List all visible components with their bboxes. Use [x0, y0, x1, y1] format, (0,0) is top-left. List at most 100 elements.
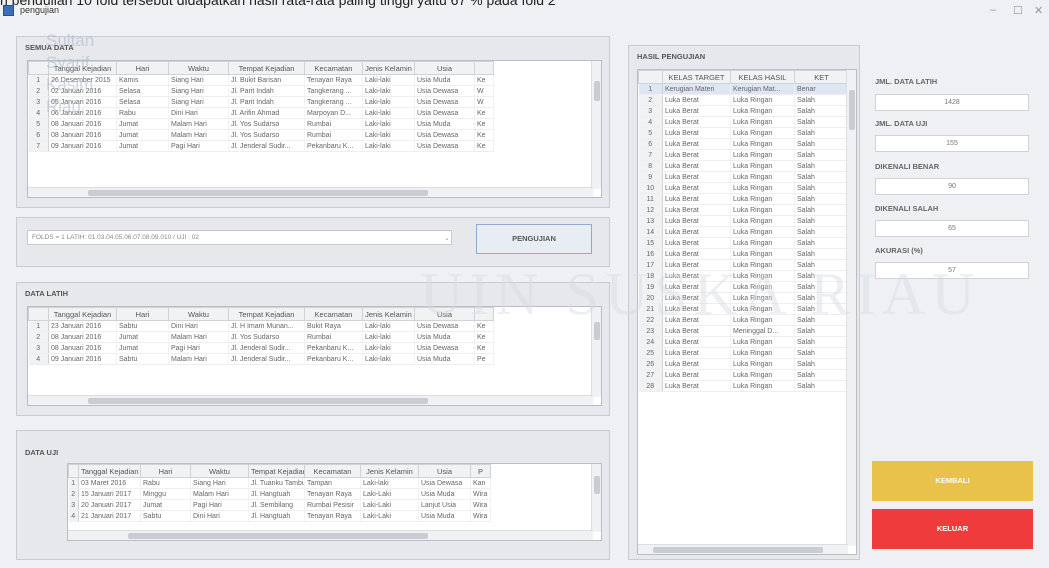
- table-row[interactable]: 3 20 Januari 2017 Jumat Pagi Hari Jl. Sembil…: [68, 499, 491, 511]
- pengujian-button[interactable]: PENGUJIAN: [476, 224, 592, 254]
- hasil-vertical-scrollbar[interactable]: [846, 70, 856, 546]
- table-row[interactable]: 28 Luka Berat Luka Ringan Salah: [638, 380, 849, 392]
- semua-data-table[interactable]: Tanggal Kejadian Hari Waktu Tempat Kejadian…: [27, 60, 602, 198]
- table-cell[interactable]: 28: [638, 380, 663, 392]
- table-cell[interactable]: Luka Ringan: [730, 204, 795, 216]
- table-cell[interactable]: Luka Ringan: [730, 105, 795, 117]
- column-header[interactable]: Tempat Kejadian: [228, 307, 305, 321]
- table-cell[interactable]: 20 Januari 2017: [78, 499, 141, 511]
- table-cell[interactable]: 3: [28, 96, 49, 108]
- table-cell[interactable]: Wira: [470, 499, 491, 511]
- table-cell[interactable]: Luka Ringan: [730, 259, 795, 271]
- column-header[interactable]: Tempat Kejadian: [228, 61, 305, 75]
- table-cell[interactable]: Salah: [794, 237, 849, 249]
- table-cell[interactable]: Selasa: [116, 85, 169, 97]
- table-cell[interactable]: Luka Berat: [662, 182, 731, 194]
- table-row[interactable]: 19 Luka Berat Luka Ringan Salah: [638, 281, 849, 293]
- table-cell[interactable]: Usia Dewasa: [414, 342, 475, 354]
- table-row[interactable]: 27 Luka Berat Luka Ringan Salah: [638, 369, 849, 381]
- table-cell[interactable]: Luka Ringan: [730, 215, 795, 227]
- table-cell[interactable]: 09 Januari 2016: [48, 140, 117, 152]
- table-cell[interactable]: Jl. Hangtuah: [248, 488, 305, 500]
- table-cell[interactable]: Luka Ringan: [730, 347, 795, 359]
- table-cell[interactable]: Laki-laki: [362, 107, 415, 119]
- table-cell[interactable]: 09 Januari 2016: [48, 353, 117, 365]
- table-cell[interactable]: Tenayan Raya: [304, 74, 363, 86]
- jml-data-uji-field[interactable]: 155: [875, 135, 1029, 152]
- table-cell[interactable]: Luka Ringan: [730, 138, 795, 150]
- table-cell[interactable]: Salah: [794, 182, 849, 194]
- table-cell[interactable]: Pekanbaru K...: [304, 140, 363, 152]
- table-cell[interactable]: Wira: [470, 488, 491, 500]
- table-cell[interactable]: Luka Ringan: [730, 314, 795, 326]
- table-cell[interactable]: Salah: [794, 358, 849, 370]
- table-cell[interactable]: 4: [28, 353, 49, 365]
- table-cell[interactable]: Salah: [794, 160, 849, 172]
- table-cell[interactable]: Laki-laki: [362, 129, 415, 141]
- table-cell[interactable]: Jl. Bukit Barisan: [228, 74, 305, 86]
- table-cell[interactable]: Salah: [794, 369, 849, 381]
- table-cell[interactable]: Salah: [794, 149, 849, 161]
- table-cell[interactable]: Luka Ringan: [730, 237, 795, 249]
- table-cell[interactable]: Jl. Jenderal Sudir...: [228, 140, 305, 152]
- table-cell[interactable]: 23: [638, 325, 663, 337]
- table-cell[interactable]: Siang Hari: [168, 74, 229, 86]
- table-cell[interactable]: 9: [638, 171, 663, 183]
- table-cell[interactable]: Laki-Laki: [360, 510, 419, 522]
- column-header[interactable]: Usia: [418, 464, 471, 478]
- table-cell[interactable]: Jl. Parit Indah: [228, 85, 305, 97]
- table-cell[interactable]: 3: [68, 499, 79, 511]
- table-cell[interactable]: 11: [638, 193, 663, 205]
- table-row[interactable]: 22 Luka Berat Luka Ringan Salah: [638, 314, 849, 326]
- column-header[interactable]: Waktu: [190, 464, 249, 478]
- table-cell[interactable]: Luka Ringan: [730, 149, 795, 161]
- table-cell[interactable]: 1: [28, 320, 49, 332]
- table-cell[interactable]: 4: [638, 116, 663, 128]
- table-cell[interactable]: Minggu: [140, 488, 191, 500]
- table-cell[interactable]: Salah: [794, 105, 849, 117]
- table-cell[interactable]: Selasa: [116, 96, 169, 108]
- table-cell[interactable]: Jumat: [116, 140, 169, 152]
- table-cell[interactable]: 08 Januari 2016: [48, 342, 117, 354]
- table-cell[interactable]: Laki-laki: [362, 96, 415, 108]
- table-cell[interactable]: 5: [638, 127, 663, 139]
- table-cell[interactable]: Luka Ringan: [730, 303, 795, 315]
- table-cell[interactable]: 27: [638, 369, 663, 381]
- latih-horizontal-scrollbar[interactable]: [28, 395, 593, 405]
- table-cell[interactable]: Luka Ringan: [730, 380, 795, 392]
- table-row[interactable]: 3 05 Januari 2016 Selasa Siang Hari Jl. Pari…: [28, 96, 494, 108]
- latih-vertical-scrollbar[interactable]: [591, 307, 601, 397]
- table-cell[interactable]: Dini Hari: [190, 510, 249, 522]
- table-cell[interactable]: Pekanbaru K...: [304, 342, 363, 354]
- table-row[interactable]: 9 Luka Berat Luka Ringan Salah: [638, 171, 849, 183]
- table-cell[interactable]: 2: [28, 331, 49, 343]
- table-cell[interactable]: 7: [28, 140, 49, 152]
- uji-horizontal-scrollbar[interactable]: [68, 530, 593, 540]
- column-header[interactable]: Usia: [414, 61, 475, 75]
- table-cell[interactable]: Ke: [474, 129, 494, 141]
- table-cell[interactable]: Siang Hari: [190, 477, 249, 489]
- table-cell[interactable]: Rabu: [140, 477, 191, 489]
- table-cell[interactable]: Luka Ringan: [730, 171, 795, 183]
- table-cell[interactable]: Usia Dewasa: [414, 129, 475, 141]
- table-cell[interactable]: Laki-laki: [362, 353, 415, 365]
- table-cell[interactable]: Laki-laki: [362, 342, 415, 354]
- table-cell[interactable]: Usia Dewasa: [414, 96, 475, 108]
- table-cell[interactable]: Luka Berat: [662, 314, 731, 326]
- table-cell[interactable]: Pekanbaru K...: [304, 353, 363, 365]
- table-row[interactable]: 6 08 Januari 2016 Jumat Malam Hari Jl. Yos S…: [28, 129, 494, 141]
- table-cell[interactable]: Luka Berat: [662, 193, 731, 205]
- table-cell[interactable]: 2: [638, 94, 663, 106]
- table-cell[interactable]: Luka Berat: [662, 336, 731, 348]
- column-header[interactable]: KELAS HASIL: [730, 70, 795, 84]
- table-cell[interactable]: Usia Muda: [414, 353, 475, 365]
- table-cell[interactable]: 03 Maret 2016: [78, 477, 141, 489]
- column-header[interactable]: [68, 464, 79, 478]
- table-cell[interactable]: Usia Muda: [418, 510, 471, 522]
- table-cell[interactable]: 13: [638, 215, 663, 227]
- minimize-button[interactable]: –: [990, 4, 996, 16]
- table-cell[interactable]: 18: [638, 270, 663, 282]
- table-cell[interactable]: Luka Berat: [662, 149, 731, 161]
- table-row[interactable]: 1 Kerugian Materi Kerugian Mat... Benar: [638, 83, 849, 95]
- table-cell[interactable]: 1: [68, 477, 79, 489]
